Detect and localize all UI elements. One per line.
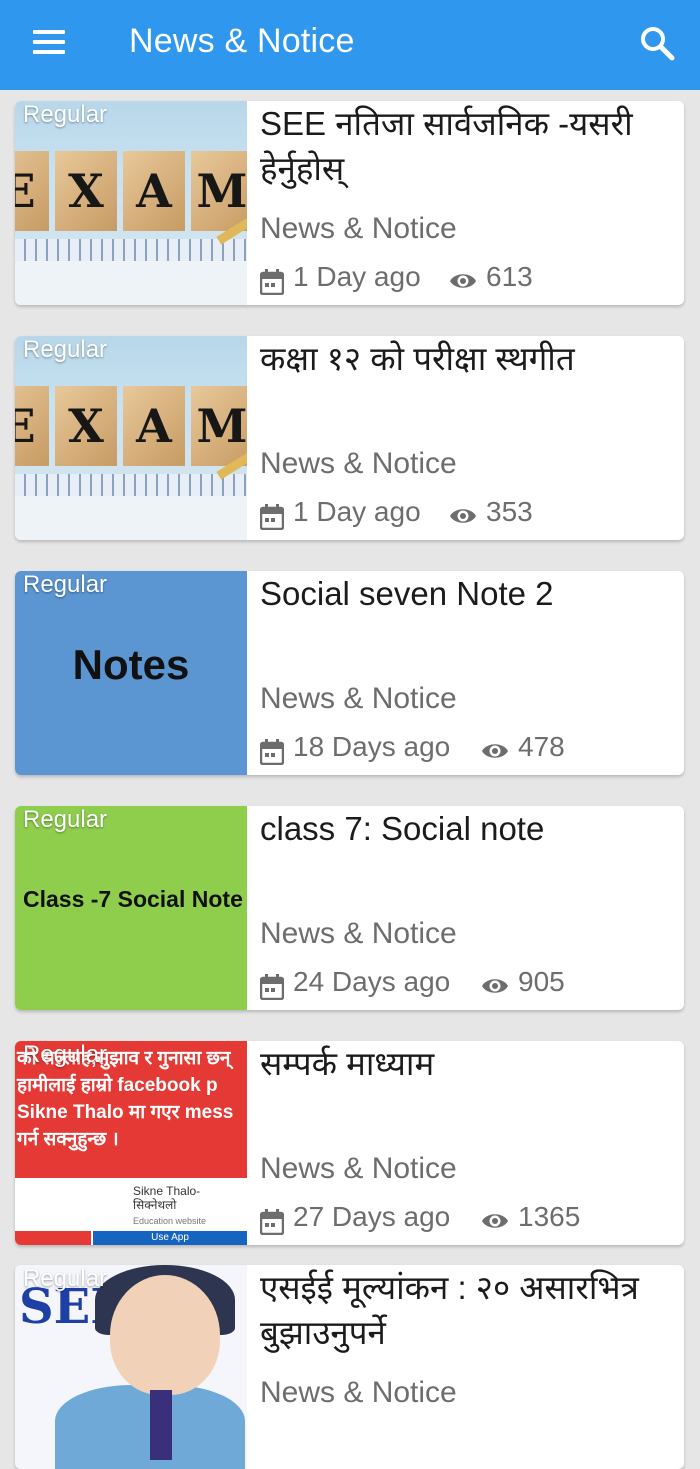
eye-icon [482,744,508,758]
news-date: 1 Day ago [293,261,421,292]
calendar-icon [260,1209,284,1235]
thumbnail-use-app: Use App [93,1231,247,1245]
menu-icon[interactable] [30,27,68,63]
news-thumbnail: Notes Regular [15,571,247,775]
news-title[interactable]: SEE नतिजा सार्वजनिक -यसरी हेर्नुहोस् [260,101,680,191]
view-count: 905 [518,966,565,997]
thumbnail-app-sub: Education website [133,1216,207,1226]
category-badge: Regular [23,1265,108,1292]
news-thumbnail: को सल्लाह,सुझाव र गुनासा छन् हामीलाई हाम… [15,1041,247,1245]
news-category: News & Notice [260,212,457,245]
news-thumbnail: SEE Regular [15,1265,247,1469]
calendar-icon [260,504,284,530]
search-icon[interactable] [636,22,678,64]
news-thumbnail: E X A M Regular [15,336,247,540]
calendar-icon [260,974,284,1000]
news-card[interactable]: Notes Regular Social seven Note 2 News &… [15,571,684,775]
eye-icon [450,509,476,523]
news-date: 27 Days ago [293,1201,451,1232]
news-title[interactable]: class 7: Social note [260,806,680,851]
view-count: 353 [486,496,533,527]
news-category: News & Notice [260,682,457,715]
eye-icon [482,1214,508,1228]
category-badge: Regular [23,101,108,128]
eye-icon [482,979,508,993]
category-badge: Regular [23,1041,108,1068]
news-card[interactable]: E X A M Regular कक्षा १२ को परीक्षा स्थग… [15,336,684,540]
news-title[interactable]: सम्पर्क माध्याम [260,1041,680,1086]
news-date: 1 Day ago [293,496,421,527]
eye-icon [450,274,476,288]
category-badge: Regular [23,806,108,833]
thumbnail-app-name: Sikne Thalo- सिक्नेथलो [133,1184,201,1212]
news-thumbnail: E X A M Regular [15,101,247,305]
news-title[interactable]: एसईई मूल्यांकन : २० असारभित्र बुझाउनुपर्… [260,1265,680,1355]
news-card[interactable]: SEE Regular एसईई मूल्यांकन : २० असारभित्… [15,1265,684,1469]
news-date: 24 Days ago [293,966,451,997]
thumbnail-text: Notes [72,641,190,688]
news-category: News & Notice [260,1376,457,1409]
view-count: 478 [518,731,565,762]
view-count: 613 [486,261,533,292]
view-count: 1365 [518,1201,581,1232]
news-title[interactable]: कक्षा १२ को परीक्षा स्थगीत [260,336,680,381]
news-date: 18 Days ago [293,731,451,762]
category-badge: Regular [23,571,108,598]
category-badge: Regular [23,336,108,363]
news-category: News & Notice [260,1152,457,1185]
page-title: News & Notice [129,22,355,60]
news-category: News & Notice [260,917,457,950]
news-card[interactable]: E X A M Regular SEE नतिजा सार्वजनिक -यसर… [15,101,684,305]
app-bar: News & Notice [0,0,700,90]
news-card[interactable]: को सल्लाह,सुझाव र गुनासा छन् हामीलाई हाम… [15,1041,684,1245]
calendar-icon [260,739,284,765]
news-category: News & Notice [260,447,457,480]
news-card[interactable]: Class -7 Social Note Regular class 7: So… [15,806,684,1010]
news-thumbnail: Class -7 Social Note Regular [15,806,247,1010]
news-title[interactable]: Social seven Note 2 [260,571,680,616]
thumbnail-text: Class -7 Social Note [23,886,243,912]
calendar-icon [260,269,284,295]
